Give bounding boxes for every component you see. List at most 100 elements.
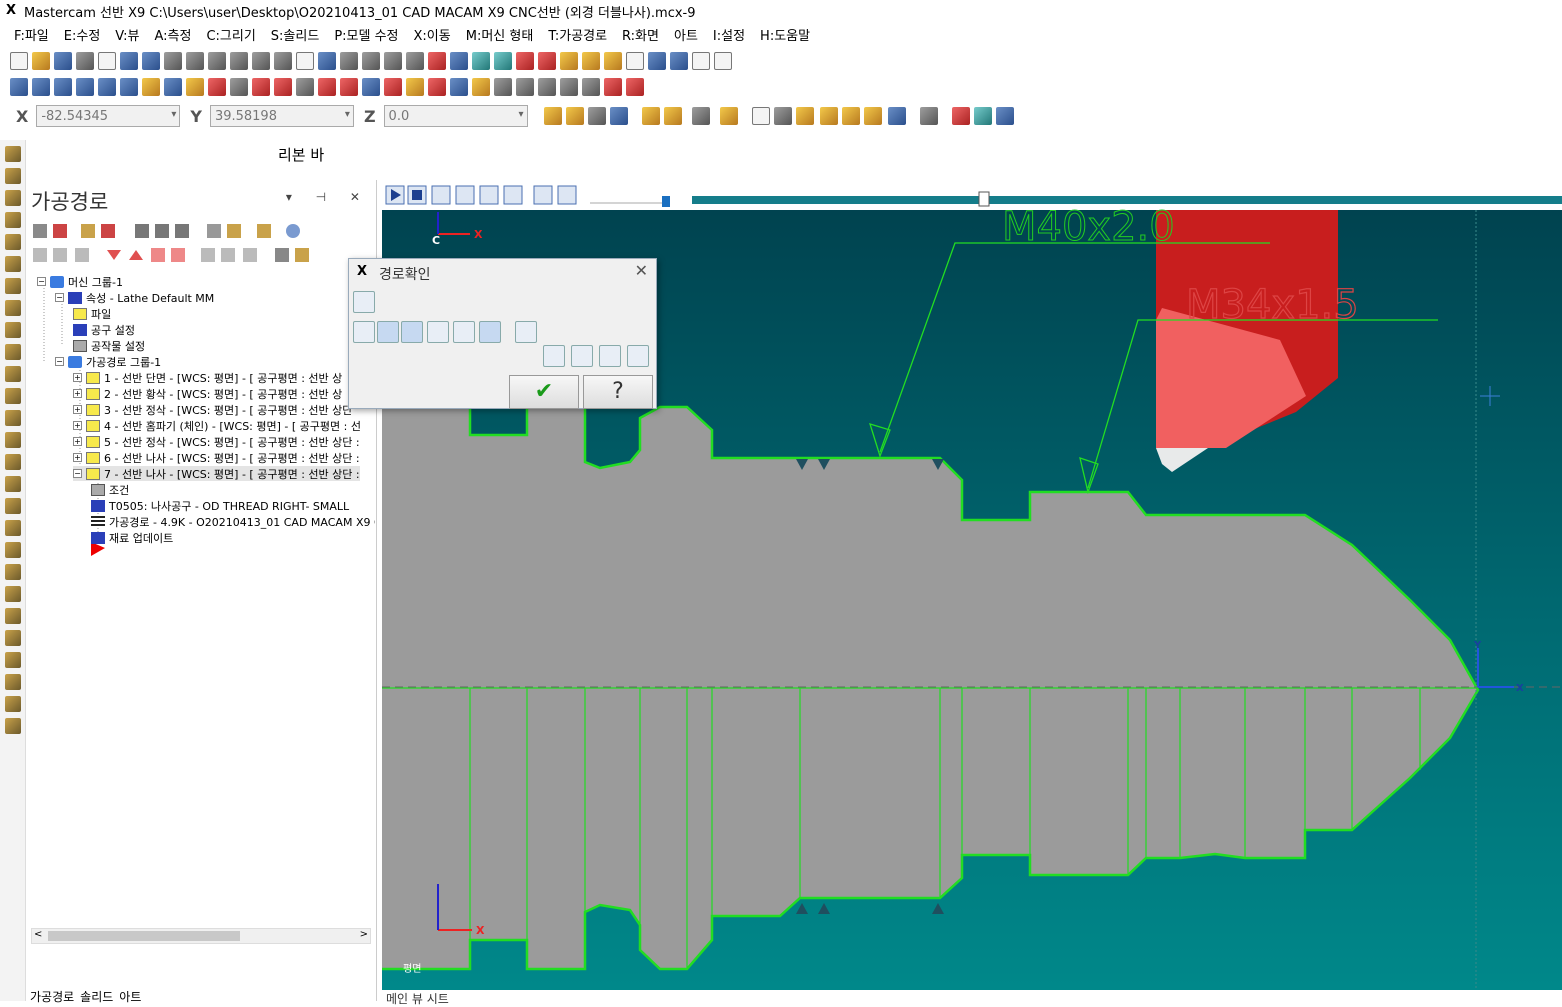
toolstrip-icon-26[interactable]: [4, 696, 21, 712]
tree-expander-icon[interactable]: −: [55, 357, 64, 366]
hidden-line-icon[interactable]: [516, 52, 534, 70]
toolstrip-icon-9[interactable]: [4, 322, 21, 338]
save-icon[interactable]: [54, 52, 72, 70]
chain-select-icon[interactable]: [719, 107, 738, 125]
solid-select-icon[interactable]: [795, 107, 814, 125]
open-file-icon[interactable]: [32, 52, 50, 70]
print-icon[interactable]: [76, 52, 94, 70]
tree-item[interactable]: +2 - 선반 황삭 - [WCS: 평면] - [ 공구평면 : 선반 상: [73, 386, 342, 401]
shading-icon[interactable]: [472, 52, 490, 70]
vertical-dim-icon[interactable]: [516, 78, 534, 96]
scrollbar-thumb[interactable]: [48, 931, 240, 941]
info-icon[interactable]: [515, 321, 537, 343]
mirror-icon[interactable]: [274, 78, 292, 96]
post-icon[interactable]: [626, 78, 644, 96]
menu-view[interactable]: V:뷰: [115, 25, 139, 44]
delete-icon[interactable]: [208, 78, 226, 96]
new-file-icon[interactable]: [10, 52, 28, 70]
analyze-icon[interactable]: [582, 52, 600, 70]
planes-icon[interactable]: [428, 52, 446, 70]
trim-icon[interactable]: [186, 78, 204, 96]
zoom-target-icon[interactable]: [230, 52, 248, 70]
toolstrip-icon-14[interactable]: [4, 432, 21, 448]
zoom-out-icon[interactable]: [274, 52, 292, 70]
fillet-icon[interactable]: [164, 78, 182, 96]
toolstrip-icon-6[interactable]: [4, 256, 21, 272]
tree-expander-icon[interactable]: +: [73, 389, 82, 398]
tree-item[interactable]: +1 - 선반 단면 - [WCS: 평면] - [ 공구평면 : 선반 상: [73, 370, 342, 385]
ok-button[interactable]: ✔: [509, 375, 579, 409]
top-view-icon[interactable]: [362, 52, 380, 70]
tree-item[interactable]: T0505: 나사공구 - OD THREAD RIGHT- SMALL: [91, 498, 349, 513]
menu-model-prep[interactable]: P:모델 수정: [334, 25, 398, 44]
toolstrip-icon-8[interactable]: [4, 300, 21, 316]
backplot-icon[interactable]: [582, 78, 600, 96]
tree-item[interactable]: 파일: [73, 306, 111, 321]
toolstrip-icon-20[interactable]: [4, 564, 21, 580]
selection-mode-icon[interactable]: [691, 107, 710, 125]
rotate-geom-icon[interactable]: [296, 78, 314, 96]
toolstrip-icon-19[interactable]: [4, 542, 21, 558]
fit-icon[interactable]: [164, 52, 182, 70]
tree-item[interactable]: 조건: [91, 482, 129, 497]
toolstrip-icon-3[interactable]: [4, 190, 21, 206]
select-all-icon[interactable]: [641, 107, 660, 125]
iso-view-icon[interactable]: [340, 52, 358, 70]
menu-toolpaths[interactable]: T:가공경로: [548, 25, 607, 44]
toolstrip-icon-23[interactable]: [4, 630, 21, 646]
help-icon[interactable]: [609, 107, 628, 125]
menu-xform[interactable]: X:이동: [414, 25, 451, 44]
tree-expander-icon[interactable]: +: [73, 405, 82, 414]
tree-expander-icon[interactable]: +: [73, 421, 82, 430]
tool-display-icon[interactable]: [377, 321, 399, 343]
menu-analyze[interactable]: A:측정: [154, 25, 191, 44]
levels-icon[interactable]: [670, 52, 688, 70]
tree-item[interactable]: − 속성 - Lathe Default MM: [55, 290, 214, 305]
right-view-icon[interactable]: [406, 52, 424, 70]
view-sheet-tab[interactable]: 메인 뷰 시트: [386, 990, 449, 1007]
select-only-icon[interactable]: [663, 107, 682, 125]
tree-item[interactable]: +4 - 선반 홈파기 (체인) - [WCS: 평면] - [ 공구평면 : …: [73, 418, 361, 433]
toolstrip-icon-5[interactable]: [4, 234, 21, 250]
ok-icon[interactable]: [973, 107, 992, 125]
measure-icon[interactable]: [560, 52, 578, 70]
panel-controls[interactable]: ▾ ⊣ ✕: [286, 190, 370, 204]
xform-icon[interactable]: [230, 78, 248, 96]
toolstrip-icon-12[interactable]: [4, 388, 21, 404]
menu-art[interactable]: 아트: [674, 25, 698, 44]
zoom-window-icon[interactable]: [208, 52, 226, 70]
grid-settings-icon[interactable]: [648, 52, 666, 70]
toolstrip-icon-21[interactable]: [4, 586, 21, 602]
arrow-select-icon[interactable]: [773, 107, 792, 125]
point-icon[interactable]: [10, 78, 28, 96]
grid-icon[interactable]: [428, 78, 446, 96]
wireframe-icon[interactable]: [494, 52, 512, 70]
help-button[interactable]: ?: [583, 375, 653, 409]
tree-expander-icon[interactable]: −: [55, 293, 64, 302]
tree-item[interactable]: 재료 업데이트: [91, 530, 173, 545]
merge-icon[interactable]: [98, 52, 116, 70]
globe-icon[interactable]: [450, 52, 468, 70]
step-icon[interactable]: [453, 321, 475, 343]
stretch-icon[interactable]: [384, 78, 402, 96]
scroll-right-icon[interactable]: >: [360, 929, 368, 940]
save-geometry-icon[interactable]: [627, 345, 649, 367]
tree-item[interactable]: +3 - 선반 정삭 - [WCS: 평면] - [ 공구평면 : 선반 상단: [73, 402, 352, 417]
array-icon[interactable]: [362, 78, 380, 96]
toolstrip-icon-27[interactable]: [4, 718, 21, 734]
undo-icon[interactable]: [120, 52, 138, 70]
line-icon[interactable]: [32, 78, 50, 96]
menu-help[interactable]: H:도움말: [760, 25, 810, 44]
tab-solids[interactable]: 솔리드: [80, 988, 113, 1005]
hatch-icon[interactable]: [538, 78, 556, 96]
toolstrip-icon-22[interactable]: [4, 608, 21, 624]
simulate-icon[interactable]: [560, 78, 578, 96]
tree-item[interactable]: 가공경로 - 4.9K - O20210413_01 CAD MACAM X9 …: [91, 514, 375, 529]
scale-icon[interactable]: [318, 78, 336, 96]
verify-select-icon[interactable]: [887, 107, 906, 125]
menu-settings[interactable]: I:설정: [713, 25, 745, 44]
spline-icon[interactable]: [120, 78, 138, 96]
tree-expander-icon[interactable]: −: [73, 469, 82, 478]
repaint-icon[interactable]: [186, 52, 204, 70]
scroll-left-icon[interactable]: <: [34, 929, 42, 940]
